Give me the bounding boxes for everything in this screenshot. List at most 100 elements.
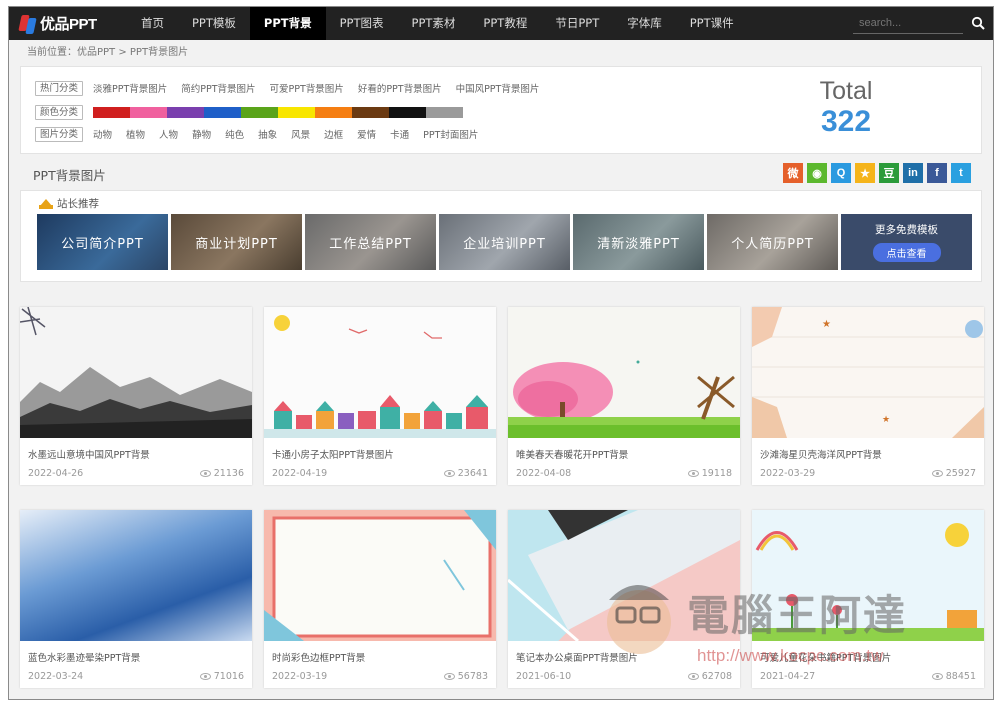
thumbnail[interactable]	[264, 307, 496, 438]
card-date: 2022-03-29	[760, 468, 816, 479]
nav-item-ppt-courseware[interactable]: PPT课件	[676, 7, 748, 40]
weibo-icon[interactable]: 微	[783, 163, 803, 183]
color-swatch[interactable]	[204, 106, 242, 118]
card-date: 2022-03-19	[272, 671, 328, 682]
type-link[interactable]: 纯色	[225, 127, 244, 141]
more-templates-card[interactable]: 更多免费模板 点击查看	[841, 214, 972, 270]
type-link[interactable]: 爱情	[357, 127, 376, 141]
color-swatch[interactable]	[130, 106, 168, 118]
nav-item-holiday-ppt[interactable]: 节日PPT	[541, 7, 613, 40]
card-title[interactable]: 卡通小房子太阳PPT背景图片	[264, 438, 496, 462]
card-title[interactable]: 沙滩海星贝壳海洋风PPT背景	[752, 438, 984, 462]
color-swatch[interactable]	[278, 106, 316, 118]
view-count: 21136	[199, 468, 244, 479]
wechat-icon[interactable]: ◉	[807, 163, 827, 183]
type-link[interactable]: 抽象	[258, 127, 277, 141]
color-swatch[interactable]	[426, 106, 464, 118]
card-title[interactable]: 水墨远山意境中国风PPT背景	[20, 438, 252, 462]
recommend-card[interactable]: 清新淡雅PPT	[573, 214, 704, 270]
card-date: 2021-04-27	[760, 671, 816, 682]
background-card[interactable]: 蓝色水彩墨迹晕染PPT背景 2022-03-24 71016	[20, 510, 252, 688]
thumbnail[interactable]	[752, 510, 984, 641]
site-logo[interactable]: 优品PPT	[9, 13, 127, 35]
thumbnail[interactable]	[264, 510, 496, 641]
background-card[interactable]: ★ ★ 沙滩海星贝壳海洋风PPT背景 2022-03-29 25927	[752, 307, 984, 485]
view-count-value: 56783	[457, 671, 488, 682]
card-date: 2022-04-08	[516, 468, 572, 479]
thumbnail[interactable]	[508, 510, 740, 641]
type-link[interactable]: 边框	[324, 127, 343, 141]
background-grid: 水墨远山意境中国风PPT背景 2022-04-26 21136 卡通小房子太阳PP…	[20, 307, 984, 688]
color-swatch[interactable]	[241, 106, 279, 118]
card-title[interactable]: 蓝色水彩墨迹晕染PPT背景	[20, 641, 252, 665]
recommend-card[interactable]: 个人简历PPT	[707, 214, 838, 270]
search-icon[interactable]	[971, 16, 985, 30]
nav-item-ppt-templates[interactable]: PPT模板	[178, 7, 250, 40]
star-icon[interactable]: ★	[855, 163, 875, 183]
type-link[interactable]: 人物	[159, 127, 178, 141]
type-link[interactable]: 卡通	[390, 127, 409, 141]
color-swatch[interactable]	[352, 106, 390, 118]
background-card[interactable]: 可爱儿童花朵书籍PPT背景图片 2021-04-27 88451	[752, 510, 984, 688]
color-swatch[interactable]	[93, 106, 131, 118]
type-link[interactable]: 动物	[93, 127, 112, 141]
nav-item-ppt-tutorials[interactable]: PPT教程	[469, 7, 541, 40]
recommend-card[interactable]: 公司简介PPT	[37, 214, 168, 270]
type-link[interactable]: PPT封面图片	[423, 127, 478, 141]
view-count-value: 25927	[945, 468, 976, 479]
card-title[interactable]: 唯美春天春暖花开PPT背景	[508, 438, 740, 462]
type-link[interactable]: 风景	[291, 127, 310, 141]
type-category-label: 图片分类	[35, 126, 84, 142]
type-link[interactable]: 植物	[126, 127, 145, 141]
card-title[interactable]: 时尚彩色边框PPT背景	[264, 641, 496, 665]
nav-item-ppt-materials[interactable]: PPT素材	[398, 7, 470, 40]
view-count-value: 23641	[457, 468, 488, 479]
thumbnail[interactable]	[20, 510, 252, 641]
background-card[interactable]: 笔记本办公桌面PPT背景图片 2021-06-10 62708	[508, 510, 740, 688]
facebook-icon[interactable]: f	[927, 163, 947, 183]
search-input[interactable]	[853, 13, 963, 34]
card-meta: 2021-04-27 88451	[752, 665, 984, 682]
background-card[interactable]: 卡通小房子太阳PPT背景图片 2022-04-19 23641	[264, 307, 496, 485]
recommend-card-label: 个人简历PPT	[731, 236, 814, 252]
twitter-icon[interactable]: t	[951, 163, 971, 183]
hot-link[interactable]: 中国风PPT背景图片	[456, 81, 540, 95]
background-card[interactable]: 唯美春天春暖花开PPT背景 2022-04-08 19118	[508, 307, 740, 485]
douban-icon[interactable]: 豆	[879, 163, 899, 183]
background-card[interactable]: 水墨远山意境中国风PPT背景 2022-04-26 21136	[20, 307, 252, 485]
card-meta: 2022-03-24 71016	[20, 665, 252, 682]
thumbnail[interactable]: ★ ★	[752, 307, 984, 438]
hot-link[interactable]: 简约PPT背景图片	[181, 81, 255, 95]
nav-item-fonts[interactable]: 字体库	[613, 7, 676, 40]
recommend-header: 站长推荐	[39, 196, 99, 211]
recommend-card-label: 清新淡雅PPT	[597, 236, 680, 252]
nav-item-ppt-backgrounds[interactable]: PPT背景	[249, 7, 326, 40]
color-swatches	[93, 106, 464, 118]
linkedin-icon[interactable]: in	[903, 163, 923, 183]
view-more-button[interactable]: 点击查看	[872, 243, 941, 262]
card-date: 2022-04-19	[272, 468, 328, 479]
qq-icon[interactable]: Q	[831, 163, 851, 183]
card-date: 2022-03-24	[28, 671, 84, 682]
view-count: 88451	[931, 671, 976, 682]
background-card[interactable]: 时尚彩色边框PPT背景 2022-03-19 56783	[264, 510, 496, 688]
recommend-card[interactable]: 商业计划PPT	[171, 214, 302, 270]
recommend-card[interactable]: 工作总结PPT	[305, 214, 436, 270]
color-swatch[interactable]	[167, 106, 205, 118]
recommend-card[interactable]: 企业培训PPT	[439, 214, 570, 270]
hot-link[interactable]: 可爱PPT背景图片	[270, 81, 344, 95]
thumbnail[interactable]	[20, 307, 252, 438]
color-swatch[interactable]	[315, 106, 353, 118]
nav-item-ppt-charts[interactable]: PPT图表	[326, 7, 398, 40]
color-category-row: 颜色分类	[35, 101, 464, 123]
thumbnail[interactable]	[508, 307, 740, 438]
nav-item-home[interactable]: 首页	[127, 7, 178, 40]
hot-link[interactable]: 好看的PPT背景图片	[358, 81, 442, 95]
card-title[interactable]: 笔记本办公桌面PPT背景图片	[508, 641, 740, 665]
eye-icon	[199, 470, 211, 477]
color-category-label: 颜色分类	[35, 104, 84, 120]
color-swatch[interactable]	[389, 106, 427, 118]
hot-link[interactable]: 淡雅PPT背景图片	[93, 81, 167, 95]
card-title[interactable]: 可爱儿童花朵书籍PPT背景图片	[752, 641, 984, 665]
type-link[interactable]: 静物	[192, 127, 211, 141]
